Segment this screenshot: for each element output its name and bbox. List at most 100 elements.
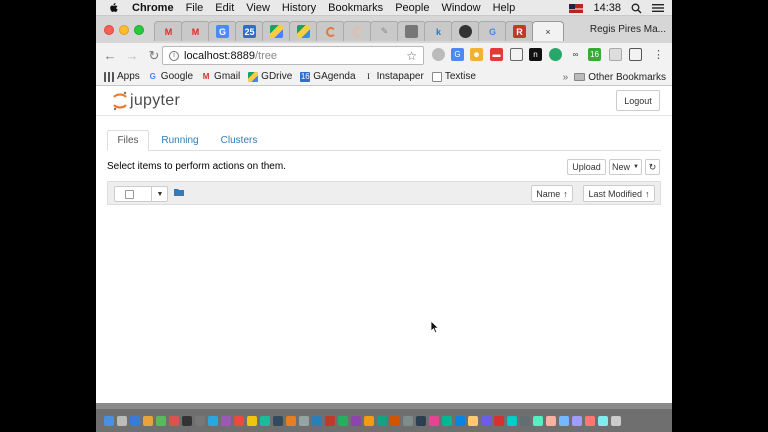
- dock-app-icon[interactable]: [260, 415, 270, 426]
- close-window-button[interactable]: [104, 25, 114, 35]
- tab-generic-2[interactable]: [397, 21, 426, 41]
- trash-icon[interactable]: [611, 415, 621, 426]
- dock-app-icon[interactable]: [182, 415, 192, 426]
- bookmark-apps[interactable]: Apps: [104, 71, 140, 82]
- dock-app-icon[interactable]: [520, 415, 530, 426]
- close-tab-icon[interactable]: ×: [542, 25, 555, 38]
- dock-app-icon[interactable]: [221, 415, 231, 426]
- bookmark-star-icon[interactable]: ☆: [406, 49, 417, 63]
- menu-history[interactable]: History: [282, 2, 316, 14]
- new-dropdown-button[interactable]: New ▼: [609, 159, 642, 175]
- extension-icon[interactable]: ☻: [470, 48, 483, 61]
- menu-help[interactable]: Help: [493, 2, 516, 14]
- tab-running[interactable]: Running: [155, 130, 205, 151]
- dock-app-icon[interactable]: [130, 415, 140, 426]
- dock-app-icon[interactable]: [338, 415, 348, 426]
- caret-down-icon[interactable]: ▼: [151, 187, 168, 201]
- other-bookmarks[interactable]: Other Bookmarks: [588, 72, 666, 83]
- finder-icon[interactable]: [104, 415, 114, 426]
- sort-by-name-button[interactable]: Name ↑: [531, 185, 573, 202]
- dock-app-icon[interactable]: [507, 415, 517, 426]
- dock-app-icon[interactable]: [468, 415, 478, 426]
- back-arrow-icon[interactable]: ←: [102, 48, 118, 64]
- tab-clusters[interactable]: Clusters: [213, 130, 265, 151]
- dock-app-icon[interactable]: [403, 415, 413, 426]
- tab-translate[interactable]: G: [208, 21, 237, 41]
- dock-app-icon[interactable]: [156, 415, 166, 426]
- cast-icon[interactable]: [510, 48, 523, 61]
- menu-window[interactable]: Window: [441, 2, 480, 14]
- menu-file[interactable]: File: [186, 2, 204, 14]
- tab-drive-1[interactable]: [262, 21, 291, 41]
- tab-google[interactable]: G: [478, 21, 507, 41]
- dock-app-icon[interactable]: [299, 415, 309, 426]
- dock-app-icon[interactable]: [377, 415, 387, 426]
- extension-icon[interactable]: [432, 48, 445, 61]
- refresh-button[interactable]: ↻: [645, 159, 660, 175]
- extension-icon[interactable]: n: [529, 48, 542, 61]
- dock-app-icon[interactable]: [455, 415, 465, 426]
- chrome-profile-name[interactable]: Regis Pires Ma...: [590, 24, 666, 35]
- dock-app-icon[interactable]: [195, 415, 205, 426]
- dock-app-icon[interactable]: [364, 415, 374, 426]
- tab-loading-1[interactable]: [316, 21, 345, 41]
- dock-app-icon[interactable]: [585, 415, 595, 426]
- clock[interactable]: 14:38: [593, 2, 621, 14]
- extension-icon[interactable]: ∞: [569, 48, 582, 61]
- dock-app-icon[interactable]: [117, 415, 127, 426]
- extension-icon[interactable]: [609, 48, 622, 61]
- dock-app-icon[interactable]: [143, 415, 153, 426]
- bookmark-gagenda[interactable]: 16 GAgenda: [300, 71, 356, 82]
- tab-files[interactable]: Files: [107, 130, 149, 151]
- tab-k[interactable]: k: [424, 21, 453, 41]
- select-all-control[interactable]: ▼: [114, 186, 168, 202]
- dock-app-icon[interactable]: [208, 415, 218, 426]
- extension-icon[interactable]: [629, 48, 642, 61]
- input-source-flag-icon[interactable]: [569, 3, 584, 13]
- bookmark-textise[interactable]: Textise: [431, 71, 476, 82]
- dock-app-icon[interactable]: [546, 415, 556, 426]
- menu-chrome[interactable]: Chrome: [132, 2, 174, 14]
- tab-drive-2[interactable]: [289, 21, 318, 41]
- tab-jupyter-active[interactable]: ×: [532, 21, 564, 41]
- dock-app-icon[interactable]: [442, 415, 452, 426]
- extension-icon[interactable]: [549, 48, 562, 61]
- bookmark-google[interactable]: G Google: [148, 71, 193, 82]
- site-info-icon[interactable]: i: [169, 50, 179, 61]
- extension-icon[interactable]: G: [451, 48, 464, 61]
- dock-app-icon[interactable]: [559, 415, 569, 426]
- chevron-right-icon[interactable]: »: [563, 72, 569, 83]
- reload-icon[interactable]: ↻: [146, 48, 162, 64]
- logout-button[interactable]: Logout: [616, 90, 660, 111]
- tab-generic[interactable]: ✎: [370, 21, 399, 41]
- bookmark-gdrive[interactable]: GDrive: [248, 71, 292, 82]
- bookmark-gmail[interactable]: M Gmail: [201, 71, 240, 82]
- tab-gmail-2[interactable]: M: [181, 21, 210, 41]
- upload-button[interactable]: Upload: [567, 159, 606, 175]
- menu-people[interactable]: People: [395, 2, 429, 14]
- chrome-menu-icon[interactable]: ⋮: [652, 48, 665, 61]
- zoom-window-button[interactable]: [134, 25, 144, 35]
- menu-edit[interactable]: Edit: [215, 2, 234, 14]
- select-all-checkbox[interactable]: [125, 190, 134, 199]
- dock-app-icon[interactable]: [390, 415, 400, 426]
- dock-app-icon[interactable]: [351, 415, 361, 426]
- dock-app-icon[interactable]: [234, 415, 244, 426]
- dock-app-icon[interactable]: [494, 415, 504, 426]
- dock-app-icon[interactable]: [325, 415, 335, 426]
- jupyter-logo[interactable]: jupyter: [112, 90, 180, 112]
- extension-icon[interactable]: ▬: [490, 48, 503, 61]
- dock-app-icon[interactable]: [598, 415, 608, 426]
- menu-bookmarks[interactable]: Bookmarks: [328, 2, 383, 14]
- dock-app-icon[interactable]: [481, 415, 491, 426]
- dock-app-icon[interactable]: [416, 415, 426, 426]
- dock-app-icon[interactable]: [273, 415, 283, 426]
- tab-calendar[interactable]: 25: [235, 21, 264, 41]
- dock-app-icon[interactable]: [429, 415, 439, 426]
- tab-github[interactable]: [451, 21, 480, 41]
- dock-app-icon[interactable]: [312, 415, 322, 426]
- apple-menu-icon[interactable]: [108, 2, 120, 14]
- dock-app-icon[interactable]: [247, 415, 257, 426]
- folder-icon[interactable]: [174, 188, 184, 196]
- dock-app-icon[interactable]: [572, 415, 582, 426]
